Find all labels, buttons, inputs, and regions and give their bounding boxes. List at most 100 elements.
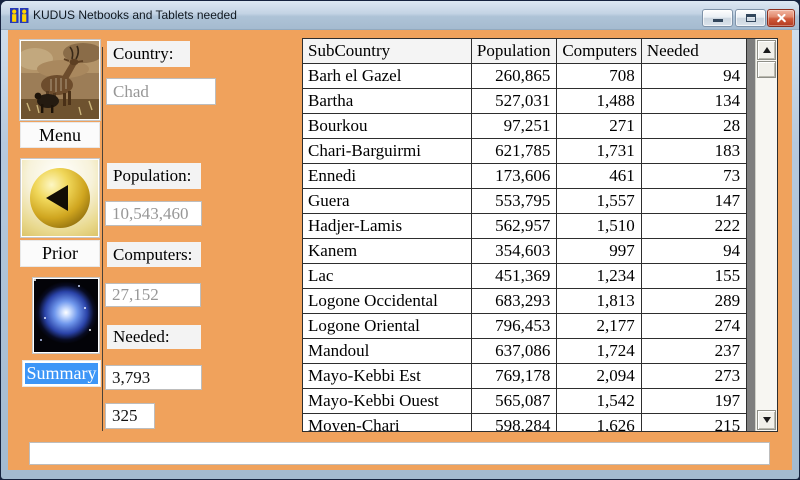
maximize-icon [746, 14, 756, 22]
table-cell: 1,813 [557, 289, 641, 313]
table-cell: 1,542 [557, 389, 641, 413]
table-cell: 527,031 [472, 89, 557, 113]
gold-back-orb-icon [22, 160, 98, 236]
table-cells-area: SubCountryPopulationComputersNeeded Barh… [303, 39, 747, 431]
table-cell: 237 [642, 339, 746, 363]
table-cell: 1,234 [557, 264, 641, 288]
table-cell: 451,369 [472, 264, 557, 288]
table-body: Barh el Gazel260,86570894Bartha527,0311,… [303, 64, 746, 431]
column-header-computers[interactable]: Computers [557, 39, 641, 63]
table-cell: 562,957 [472, 214, 557, 238]
table-cell: 173,606 [472, 164, 557, 188]
menu-image-button[interactable] [19, 39, 101, 121]
table-row[interactable]: Hadjer-Lamis562,9571,510222 [303, 214, 746, 239]
scroll-down-arrow-icon [763, 417, 771, 423]
table-row[interactable]: Logone Occidental683,2931,813289 [303, 289, 746, 314]
country-input[interactable] [106, 78, 216, 105]
kudu-photo [21, 41, 99, 119]
country-label: Country: [107, 41, 190, 67]
prior-label[interactable]: Prior [20, 240, 100, 267]
table-cell: 271 [557, 114, 641, 138]
summary-image-button[interactable] [32, 277, 100, 354]
close-button[interactable] [767, 9, 795, 27]
table-row[interactable]: Guera553,7951,557147 [303, 189, 746, 214]
table-row[interactable]: Barh el Gazel260,86570894 [303, 64, 746, 89]
table-cell: 1,557 [557, 189, 641, 213]
table-cell: 2,094 [557, 364, 641, 388]
table-cell: Logone Occidental [303, 289, 472, 313]
table-cell: 28 [642, 114, 746, 138]
maximize-button[interactable] [735, 9, 766, 27]
table-cell: Mayo-Kebbi Ouest [303, 389, 472, 413]
table-cell: 1,626 [557, 414, 641, 431]
computers-input[interactable] [105, 283, 201, 307]
table-cell: 461 [557, 164, 641, 188]
table-cell: 2,177 [557, 314, 641, 338]
table-cell: 73 [642, 164, 746, 188]
table-cell: Bartha [303, 89, 472, 113]
vertical-scrollbar[interactable] [755, 39, 777, 431]
table-row[interactable]: Mayo-Kebbi Est769,1782,094273 [303, 364, 746, 389]
needed-input[interactable] [105, 365, 202, 390]
extra-value-input[interactable] [105, 403, 155, 429]
table-cell: 183 [642, 139, 746, 163]
table-row[interactable]: Bartha527,0311,488134 [303, 89, 746, 114]
scroll-up-button[interactable] [757, 40, 776, 60]
table-row[interactable]: Bourkou97,25127128 [303, 114, 746, 139]
table-row[interactable]: Moyen-Chari598,2841,626215 [303, 414, 746, 431]
table-row[interactable]: Mayo-Kebbi Ouest565,0871,542197 [303, 389, 746, 414]
minimize-button[interactable] [702, 9, 733, 27]
table-cell: 222 [642, 214, 746, 238]
column-header-needed[interactable]: Needed [642, 39, 746, 63]
window-title: KUDUS Netbooks and Tablets needed [33, 8, 237, 22]
table-cell: 147 [642, 189, 746, 213]
population-label: Population: [107, 163, 201, 189]
table-cell: 97,251 [472, 114, 557, 138]
table-cell: Moyen-Chari [303, 414, 472, 431]
table-cell: 769,178 [472, 364, 557, 388]
column-header-subcountry[interactable]: SubCountry [303, 39, 472, 63]
table-cell: 683,293 [472, 289, 557, 313]
title-bar[interactable]: KUDUS Netbooks and Tablets needed [1, 1, 799, 30]
application-window: KUDUS Netbooks and Tablets needed [0, 0, 800, 480]
summary-label[interactable]: Summary [22, 360, 101, 387]
table-cell: 565,087 [472, 389, 557, 413]
back-triangle-icon [46, 185, 68, 211]
scroll-up-arrow-icon [763, 47, 771, 53]
table-row[interactable]: Chari-Barguirmi621,7851,731183 [303, 139, 746, 164]
table-cell: 289 [642, 289, 746, 313]
population-input[interactable] [105, 201, 202, 226]
table-cell: 134 [642, 89, 746, 113]
scroll-down-button[interactable] [757, 410, 776, 430]
prior-image-button[interactable] [20, 158, 100, 238]
table-row[interactable]: Kanem354,60399794 [303, 239, 746, 264]
needed-label: Needed: [107, 325, 201, 349]
scrollbar-thumb[interactable] [757, 61, 776, 78]
table-row[interactable]: Ennedi173,60646173 [303, 164, 746, 189]
table-cell: 637,086 [472, 339, 557, 363]
table-cell: Lac [303, 264, 472, 288]
table-cell: 94 [642, 239, 746, 263]
menu-label[interactable]: Menu [20, 122, 100, 148]
status-input[interactable] [29, 442, 770, 465]
table-cell: Bourkou [303, 114, 472, 138]
table-cell: 274 [642, 314, 746, 338]
table-cell: 598,284 [472, 414, 557, 431]
table-cell: Mayo-Kebbi Est [303, 364, 472, 388]
table-cell: 997 [557, 239, 641, 263]
table-row[interactable]: Mandoul637,0861,724237 [303, 339, 746, 364]
table-cell: 1,731 [557, 139, 641, 163]
table-cell: 273 [642, 364, 746, 388]
two-people-icon [10, 7, 29, 24]
table-cell: Logone Oriental [303, 314, 472, 338]
table-row[interactable]: Lac451,3691,234155 [303, 264, 746, 289]
table-cell: 197 [642, 389, 746, 413]
table-cell: 260,865 [472, 64, 557, 88]
table-header-row: SubCountryPopulationComputersNeeded [303, 39, 746, 64]
table-row[interactable]: Logone Oriental796,4532,177274 [303, 314, 746, 339]
summary-label-text: Summary [25, 363, 98, 384]
column-header-population[interactable]: Population [472, 39, 557, 63]
table-filler-strip [747, 39, 755, 431]
subcountry-table: SubCountryPopulationComputersNeeded Barh… [302, 38, 778, 432]
table-cell: 1,510 [557, 214, 641, 238]
